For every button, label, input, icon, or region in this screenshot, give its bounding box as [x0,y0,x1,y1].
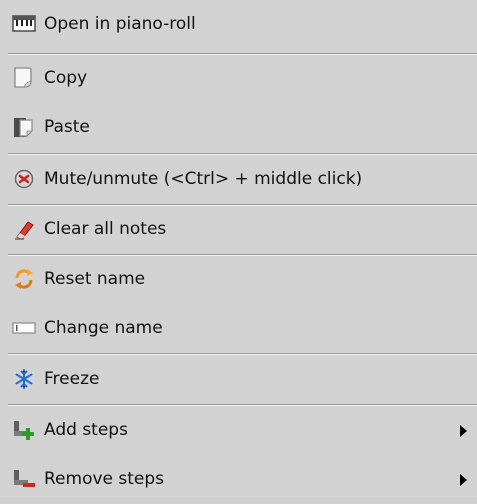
snowflake-icon [15,369,33,389]
menu-item-reset-name[interactable]: Reset name [0,255,477,304]
submenu-arrow-icon [460,474,467,486]
copy-icon [14,67,32,88]
menu-item-label: Reset name [44,269,146,289]
menu-item-label: Freeze [44,369,100,389]
menu-item-label: Clear all notes [44,219,167,239]
menu-item-label: Change name [44,318,163,338]
submenu-arrow-icon [460,425,467,437]
menu-item-copy[interactable]: Copy [0,54,477,103]
menu-item-mute-unmute[interactable]: Mute/unmute (<Ctrl> + middle click) [0,155,477,204]
rename-icon [12,322,36,334]
menu-item-freeze[interactable]: Freeze [0,355,477,404]
remove-steps-icon [14,470,35,487]
menu-item-open-in-piano-roll[interactable]: Open in piano-roll [0,0,477,49]
menu-item-label: Paste [44,117,90,137]
eraser-icon [15,221,34,240]
context-menu: Open in piano-roll Copy Paste Mute/unmut… [0,0,477,497]
menu-item-label: Open in piano-roll [44,14,196,34]
menu-item-paste[interactable]: Paste [0,103,477,152]
add-steps-icon [14,421,34,440]
menu-item-add-steps[interactable]: Add steps [0,406,477,455]
menu-item-label: Copy [44,68,88,88]
mute-icon [14,169,34,189]
menu-item-clear-all-notes[interactable]: Clear all notes [0,205,477,254]
menu-item-label: Mute/unmute (<Ctrl> + middle click) [44,169,363,189]
menu-item-change-name[interactable]: Change name [0,304,477,353]
reset-icon [15,269,33,289]
paste-icon [14,118,33,137]
menu-item-label: Add steps [44,420,128,440]
piano-roll-icon [12,15,36,32]
